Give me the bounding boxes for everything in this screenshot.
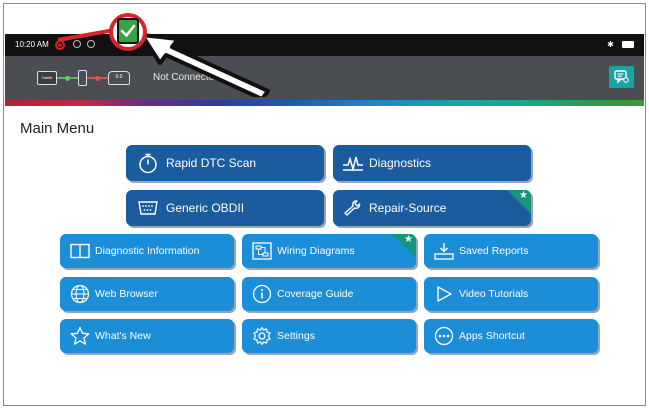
status-bar: 10:20 AM ✱ (5, 34, 644, 56)
diagnostic-information-button[interactable]: Diagnostic Information (60, 234, 234, 268)
video-tutorials-label: Video Tutorials (459, 288, 529, 300)
play-icon (429, 285, 459, 303)
rapid-dtc-scan-button[interactable]: Rapid DTC Scan (126, 145, 324, 181)
status-right-icons: ✱ (607, 40, 634, 49)
connection-check-icon (117, 18, 139, 44)
bluetooth-icon: ✱ (607, 40, 617, 49)
repair-source-label: Repair-Source (369, 201, 447, 215)
diagnostics-button[interactable]: Diagnostics (333, 145, 531, 181)
obd-connector-icon (130, 200, 166, 216)
wrench-icon (337, 199, 369, 217)
settings-button[interactable]: Settings (242, 319, 416, 353)
generic-obdii-label: Generic OBDII (166, 201, 245, 215)
waveform-icon (337, 154, 369, 172)
gear-icon (247, 326, 277, 346)
apps-shortcut-button[interactable]: Apps Shortcut (424, 319, 598, 353)
status-minus-icon (73, 40, 81, 48)
tablet-icon: Tablet (37, 71, 57, 85)
page-title: Main Menu (20, 120, 95, 137)
vci-dongle-icon (78, 70, 87, 86)
app-header: Tablet 0.0 Not Connected (5, 56, 644, 100)
wiring-diagrams-button[interactable]: Wiring Diagrams ★ (242, 234, 416, 268)
generic-obdii-button[interactable]: Generic OBDII (126, 190, 324, 226)
connection-chain[interactable]: Tablet 0.0 (37, 69, 130, 87)
diagnostics-label: Diagnostics (369, 156, 432, 170)
saved-reports-label: Saved Reports (459, 245, 529, 257)
new-badge: ★ (392, 234, 416, 258)
diagnostic-information-label: Diagnostic Information (95, 245, 200, 257)
chain-link (70, 77, 78, 79)
battery-icon (622, 41, 634, 49)
whats-new-button[interactable]: What's New (60, 319, 234, 353)
web-browser-label: Web Browser (95, 288, 158, 300)
status-dnd-icon (87, 40, 95, 48)
stopwatch-icon (130, 152, 166, 174)
chain-link (87, 77, 95, 79)
more-dots-icon (429, 326, 459, 346)
star-badge-icon: ★ (404, 234, 413, 245)
coverage-guide-button[interactable]: Coverage Guide (242, 277, 416, 311)
chain-link (100, 77, 108, 79)
globe-icon (65, 284, 95, 304)
star-badge-icon: ★ (519, 190, 528, 201)
wiring-diagrams-label: Wiring Diagrams (277, 245, 355, 257)
video-tutorials-button[interactable]: Video Tutorials (424, 277, 598, 311)
saved-reports-button[interactable]: Saved Reports (424, 234, 598, 268)
info-icon (247, 284, 277, 304)
new-badge: ★ (507, 190, 531, 214)
star-icon (65, 326, 95, 346)
wiring-diagram-icon (247, 242, 277, 260)
chat-support-button[interactable] (609, 66, 634, 88)
whats-new-label: What's New (95, 330, 151, 342)
repair-source-button[interactable]: Repair-Source ★ (333, 190, 531, 226)
settings-label: Settings (277, 330, 315, 342)
apps-shortcut-label: Apps Shortcut (459, 330, 525, 342)
chain-link (57, 77, 65, 79)
download-tray-icon (429, 242, 459, 260)
rapid-dtc-scan-label: Rapid DTC Scan (166, 156, 257, 170)
status-time: 10:20 AM (15, 40, 49, 49)
web-browser-button[interactable]: Web Browser (60, 277, 234, 311)
book-icon (65, 243, 95, 259)
brand-color-strip (5, 100, 644, 106)
coverage-guide-label: Coverage Guide (277, 288, 354, 300)
chat-support-icon (614, 70, 629, 84)
